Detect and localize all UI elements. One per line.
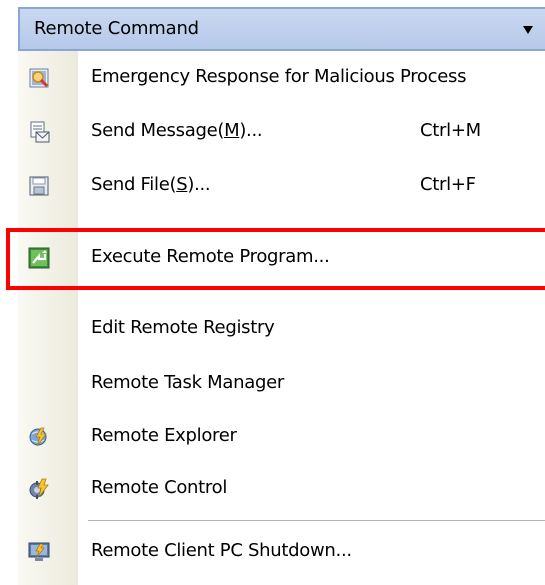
label-text: )... <box>239 120 263 141</box>
menu-item-label: Emergency Response for Malicious Process <box>91 66 467 87</box>
accelerator-key: M <box>224 120 240 141</box>
label-text: )... <box>187 174 211 195</box>
menu-item-shortcut: Ctrl+M <box>420 120 481 141</box>
menu-item-send-message[interactable]: Send Message(M)... Ctrl+M <box>18 105 545 159</box>
dropdown-title: Remote Command <box>34 18 199 39</box>
remote-explorer-icon <box>28 426 50 448</box>
dropdown-arrow-icon[interactable] <box>523 26 533 34</box>
file-icon <box>28 175 50 197</box>
menu-item-remote-explorer[interactable]: Remote Explorer <box>18 410 545 464</box>
menu-item-remote-task-manager[interactable]: Remote Task Manager <box>18 357 545 411</box>
shield-process-icon <box>28 67 50 89</box>
menu-item-remote-control[interactable]: Remote Control <box>18 462 545 516</box>
menu-item-remote-client-shutdown[interactable]: Remote Client PC Shutdown... <box>18 525 545 579</box>
remote-command-dropdown[interactable]: Remote Command <box>18 7 545 51</box>
label-text: Send File( <box>91 174 177 195</box>
accelerator-key: S <box>176 174 188 195</box>
menu-item-emergency-response[interactable]: Emergency Response for Malicious Process <box>18 51 545 105</box>
menu-item-shortcut: Ctrl+F <box>420 174 476 195</box>
remote-control-icon <box>28 478 50 500</box>
menu-item-label: Send File(S)... <box>91 174 211 195</box>
menu-separator <box>88 520 545 521</box>
message-icon <box>28 121 50 143</box>
menu-item-send-file[interactable]: Send File(S)... Ctrl+F <box>18 159 545 213</box>
context-menu-window: Remote Command Emergency Response for Ma… <box>0 0 545 585</box>
menu-item-label: Edit Remote Registry <box>91 317 275 338</box>
shutdown-icon <box>28 541 50 563</box>
highlight-box <box>6 228 545 290</box>
menu-item-label: Send Message(M)... <box>91 120 263 141</box>
menu-item-edit-remote-registry[interactable]: Edit Remote Registry <box>18 302 545 356</box>
menu-item-label: Remote Explorer <box>91 425 237 446</box>
menu-item-label: Remote Client PC Shutdown... <box>91 540 352 561</box>
remote-command-menu: Emergency Response for Malicious Process… <box>18 51 545 585</box>
label-text: Send Message( <box>91 120 225 141</box>
menu-item-label: Remote Control <box>91 477 228 498</box>
menu-item-label: Remote Task Manager <box>91 372 284 393</box>
